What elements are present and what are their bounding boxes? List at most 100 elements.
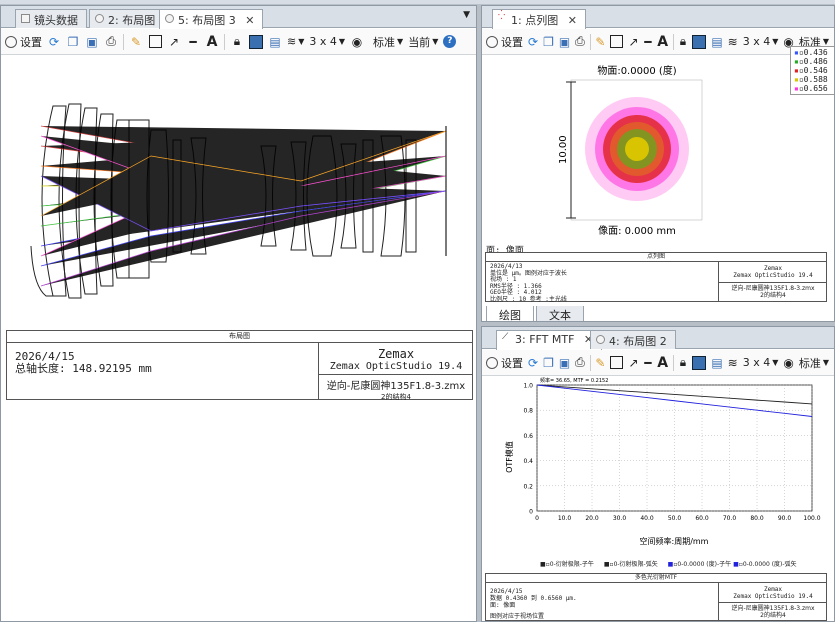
info-line2: 面: 像面	[490, 602, 516, 609]
save-icon[interactable]: ▣	[559, 33, 570, 51]
fit-icon[interactable]	[249, 33, 263, 51]
spot-diagram-window: ⁛ 1: 点列图 ✕ 设置 ⟳ ❐ ▣ ⎙ ✎ ↗ ━ A 🔒︎ ▤ ≋ 3 x…	[481, 5, 835, 322]
tab-text[interactable]: 文本	[536, 306, 584, 321]
settings-button[interactable]: 设置	[5, 33, 42, 51]
refresh-circle-icon[interactable]: ◉	[350, 33, 364, 51]
help-button[interactable]: ?	[443, 33, 457, 51]
tab-layout-3[interactable]: 5: 布局图 3 ✕	[159, 9, 264, 29]
spot-diagram-plot: 物面:0.0000 (度) 10.00 像面: 0.000 mm	[558, 64, 703, 237]
layers-button[interactable]: ≋ ▼	[287, 33, 304, 51]
standard-dropdown[interactable]: 标准 ▼	[799, 354, 829, 372]
lock-icon[interactable]: 🔒︎	[679, 33, 688, 51]
text-icon[interactable]: A	[205, 33, 219, 51]
tab-layout-2[interactable]: 2: 布局图	[89, 9, 165, 28]
grid-size-button[interactable]: 3 x 4 ▼	[743, 354, 779, 372]
mtf-x-tick-label: 30.0	[613, 515, 627, 522]
toolbar-divider	[589, 354, 591, 371]
rectangle-icon[interactable]	[148, 33, 162, 51]
save-icon[interactable]: ▣	[85, 33, 99, 51]
fit-icon[interactable]	[692, 354, 707, 372]
layers-icon[interactable]: ≋	[728, 354, 738, 372]
arrow-icon[interactable]: ↗	[167, 33, 181, 51]
settings-button[interactable]: 设置	[486, 33, 523, 51]
grid-size-label: 3 x 4	[742, 35, 771, 48]
toolbar-divider	[673, 33, 674, 50]
info-header: 点列图	[486, 253, 826, 262]
settings-label: 设置	[501, 35, 523, 49]
window-icon[interactable]: ▤	[711, 354, 722, 372]
tab-fft-mtf[interactable]: ⟋ 3: FFT MTF ✕	[496, 330, 603, 350]
layers-icon[interactable]: ≋	[728, 33, 738, 51]
spot-ring-yellow	[625, 137, 649, 161]
lock-icon[interactable]: 🔒︎	[230, 33, 244, 51]
rectangle-icon[interactable]	[610, 33, 624, 51]
refresh-circle-icon[interactable]: ◉	[783, 354, 793, 372]
tab-spot-diagram[interactable]: ⁛ 1: 点列图 ✕	[492, 9, 586, 29]
mtf-x-tick-label: 0	[535, 515, 539, 522]
pencil-icon[interactable]: ✎	[595, 33, 605, 51]
tab-lens-data[interactable]: 镜头数据	[15, 9, 87, 28]
print-icon[interactable]: ⎙	[575, 33, 585, 51]
copy-icon[interactable]: ❐	[543, 354, 554, 372]
line-icon[interactable]: ━	[644, 33, 653, 51]
info-scale: 比例尺 : 10 参考 :主光线	[490, 295, 567, 303]
mtf-y-tick-label: 0	[529, 509, 533, 516]
close-icon[interactable]: ✕	[568, 14, 577, 27]
text-icon[interactable]: A	[657, 354, 668, 372]
mtf-chart: 0 0.2 0.4 0.6 0.8 1.0 0 10.0 20.0 30.0 40.0 50.0 60…	[504, 377, 821, 546]
mtf-annotation: 频率= 36.65, MTF = 0.2152	[540, 377, 608, 384]
mtf-x-tick-label: 70.0	[723, 515, 737, 522]
mtf-y-tick-label: 0.2	[523, 483, 533, 490]
mtf-x-tick-label: 20.0	[585, 515, 599, 522]
grid-size-button[interactable]: 3 x 4 ▼	[309, 33, 345, 51]
mtf-icon: ⟋	[502, 332, 509, 342]
refresh-icon[interactable]: ⟳	[528, 33, 538, 51]
info-header: 布局图	[7, 331, 472, 343]
tab-layout-2[interactable]: 4: 布局图 2	[590, 330, 676, 349]
standard-label: 标准	[373, 35, 396, 49]
line-icon[interactable]: ━	[186, 33, 200, 51]
tab-label: 1: 点列图	[511, 14, 559, 27]
mtf-legend: ■▫0-衍射极限-子午 ■▫0-衍射极限-弧矢 ■▫0-0.0000 (度)-子…	[540, 559, 797, 568]
spot-icon: ⁛	[498, 11, 506, 21]
tab-plot[interactable]: 绘图	[486, 306, 534, 321]
window-icon[interactable]: ▤	[268, 33, 282, 51]
arrow-icon[interactable]: ↗	[628, 354, 638, 372]
spot-object-label: 物面:0.0000 (度)	[597, 64, 676, 77]
fit-icon[interactable]	[692, 33, 707, 51]
info-file: 逆向-尼康圆神135F1.8-3.zmx	[326, 381, 466, 392]
grid-size-label: 3 x 4	[309, 35, 337, 48]
grid-size-button[interactable]: 3 x 4 ▼	[743, 33, 779, 51]
print-icon[interactable]: ⎙	[104, 33, 118, 51]
pencil-icon[interactable]: ✎	[129, 33, 143, 51]
refresh-icon[interactable]: ⟳	[47, 33, 61, 51]
copy-icon[interactable]: ❐	[543, 33, 554, 51]
settings-button[interactable]: 设置	[486, 354, 523, 372]
save-icon[interactable]: ▣	[559, 354, 570, 372]
mtf-info-box: 多色光衍射MTF 2026/4/15 数据 0.4360 到 0.6560 µm…	[485, 573, 827, 621]
rectangle-icon[interactable]	[610, 354, 624, 372]
current-dropdown[interactable]: 当前 ▼	[408, 33, 438, 51]
tab-dropdown-icon[interactable]: ▼	[463, 10, 470, 20]
mtf-y-ticks: 0 0.2 0.4 0.6 0.8 1.0	[523, 383, 533, 516]
table-icon	[21, 14, 30, 23]
window-icon[interactable]: ▤	[711, 33, 722, 51]
line-icon[interactable]: ━	[644, 354, 653, 372]
toolbar-divider	[673, 354, 674, 371]
mtf-x-tick-label: 80.0	[750, 515, 764, 522]
lock-icon[interactable]: 🔒︎	[679, 354, 688, 372]
spot-toolbar: 设置 ⟳ ❐ ▣ ⎙ ✎ ↗ ━ A 🔒︎ ▤ ≋ 3 x 4 ▼ ◉ 标准 ▼	[482, 29, 834, 55]
arrow-icon[interactable]: ↗	[628, 33, 638, 51]
close-icon[interactable]: ✕	[245, 14, 254, 27]
print-icon[interactable]: ⎙	[575, 354, 585, 372]
standard-dropdown[interactable]: 标准 ▼	[373, 33, 403, 51]
mtf-y-tick-label: 1.0	[523, 383, 533, 390]
mtf-window: ⟋ 3: FFT MTF ✕ 4: 布局图 2 设置 ⟳ ❐ ▣ ⎙ ✎ ↗ ━…	[481, 326, 835, 622]
mtf-y-tick-label: 0.8	[523, 408, 533, 415]
settings-label: 设置	[501, 356, 523, 370]
pencil-icon[interactable]: ✎	[595, 354, 605, 372]
refresh-icon[interactable]: ⟳	[528, 354, 538, 372]
copy-icon[interactable]: ❐	[66, 33, 80, 51]
text-icon[interactable]: A	[657, 33, 668, 51]
chevron-circle-icon	[5, 35, 17, 48]
